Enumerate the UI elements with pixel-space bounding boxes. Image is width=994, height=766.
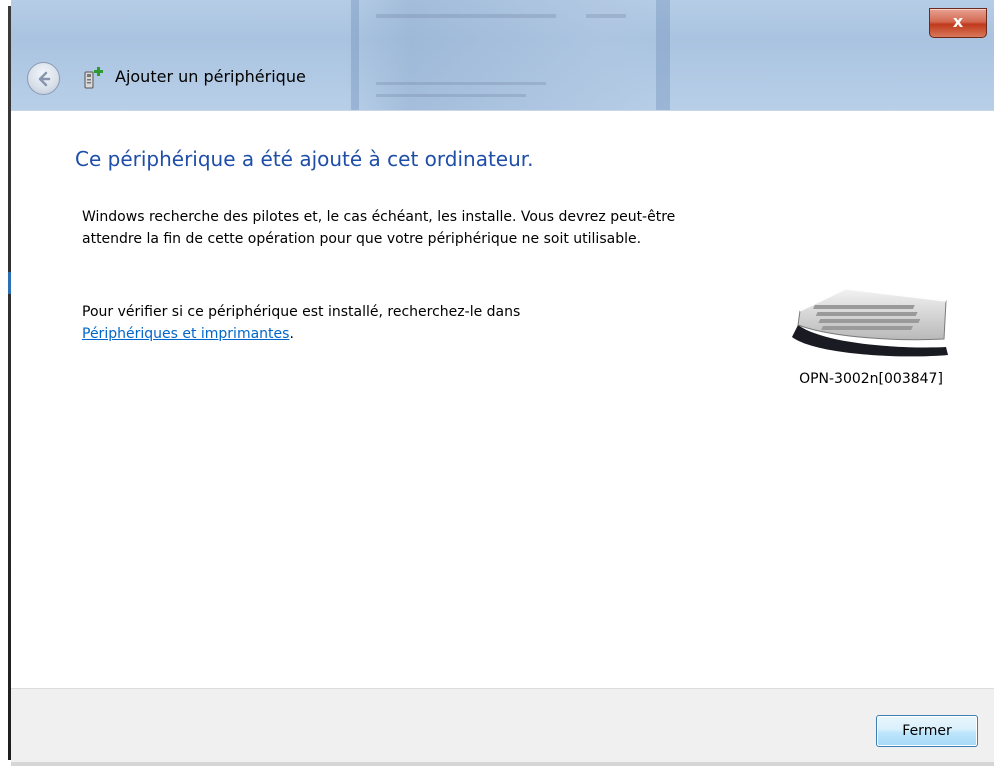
- close-icon: x: [952, 12, 964, 31]
- add-device-window: x Ajouter un périphérique Ce périphériqu…: [0, 0, 994, 766]
- window-close-button[interactable]: x: [929, 8, 987, 38]
- verify-info-prefix: Pour vérifier si ce périphérique est ins…: [82, 304, 521, 320]
- glass-blur-line: [376, 82, 546, 85]
- device-name: OPN-3002n[003847]: [799, 371, 943, 387]
- page-heading: Ce périphérique a été ajouté à cet ordin…: [75, 147, 534, 171]
- verify-info-text: Pour vérifier si ce périphérique est ins…: [82, 301, 682, 345]
- add-device-icon: [84, 67, 103, 89]
- fermer-button[interactable]: Fermer: [876, 715, 978, 747]
- footer-bottom-border: [11, 762, 994, 766]
- footer-bar: Fermer: [11, 688, 994, 766]
- background-window-edge: [0, 0, 11, 766]
- verify-info-suffix: .: [289, 326, 294, 342]
- devices-and-printers-link[interactable]: Périphériques et imprimantes: [82, 326, 289, 342]
- glass-blur-line: [376, 14, 556, 18]
- driver-info-text: Windows recherche des pilotes et, le cas…: [82, 209, 676, 247]
- back-arrow-icon: [38, 71, 51, 87]
- glass-blur-bar: [351, 0, 359, 110]
- content-area: Ce périphérique a été ajouté à cet ordin…: [11, 110, 994, 688]
- glass-blur-line: [586, 14, 626, 18]
- glass-blur-bar: [656, 0, 670, 110]
- title-bar: [11, 0, 994, 110]
- added-device: OPN-3002n[003847]: [771, 281, 971, 387]
- window-title: Ajouter un périphérique: [115, 67, 306, 86]
- back-button[interactable]: [27, 62, 60, 95]
- glass-blur-line: [376, 94, 526, 97]
- keyboard-icon: [792, 288, 948, 357]
